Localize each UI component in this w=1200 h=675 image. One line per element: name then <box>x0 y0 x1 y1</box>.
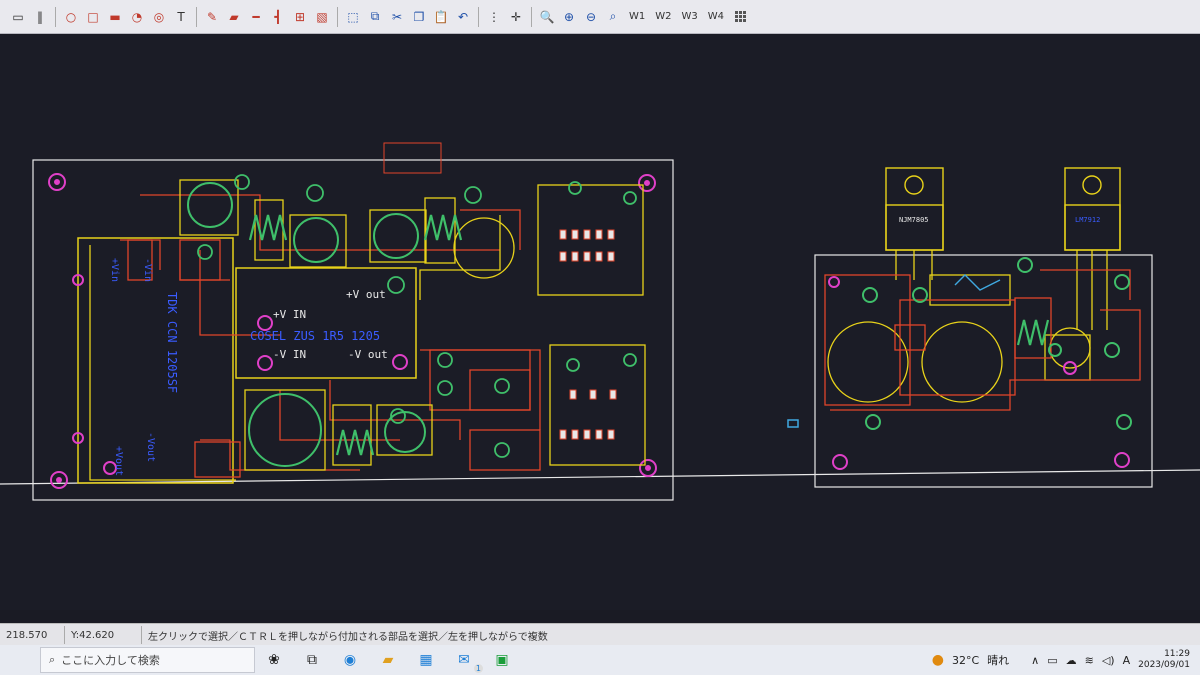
clock[interactable]: 11:29 2023/09/01 <box>1138 649 1190 671</box>
vin-left-label: +Vin <box>109 258 120 282</box>
grid-view-icon[interactable] <box>730 7 750 27</box>
store-icon[interactable]: ▦ <box>413 649 439 671</box>
window-button-1[interactable]: W1 <box>625 11 649 22</box>
sun-icon: ● <box>931 652 944 668</box>
window-button-2[interactable]: W2 <box>651 11 675 22</box>
circle-tool-icon[interactable]: ○ <box>61 7 81 27</box>
v-in-plus-label: +V IN <box>273 308 306 321</box>
wire-tool-icon[interactable]: ┫ <box>268 7 288 27</box>
hatch-tool-icon[interactable]: ▧ <box>312 7 332 27</box>
select-icon[interactable]: ▭ <box>8 7 28 27</box>
text-tool-icon[interactable]: T <box>171 7 191 27</box>
task-view-icon[interactable]: ⧉ <box>299 649 325 671</box>
status-hint: 左クリックで選択／ＣＴＲＬを押しながら付加される部品を選択／左を押しながらで複数 <box>148 631 548 643</box>
y-coordinate: Y:42.620 <box>65 626 142 644</box>
v-out-plus-label: +V out <box>346 288 386 301</box>
ime-indicator[interactable]: A <box>1123 654 1131 667</box>
rect-tool-icon[interactable]: □ <box>83 7 103 27</box>
board-1 <box>32 142 674 501</box>
regulator-1-label: NJM7805 <box>899 216 929 224</box>
widgets-icon[interactable]: ❀ <box>261 649 287 671</box>
component-tool-icon[interactable]: ⊞ <box>290 7 310 27</box>
toolbar: ▭ ‖ ○ □ ▬ ◔ ◎ T ✎ ▰ ━ ┫ ⊞ ▧ ⬚ ⧉ ✂ ❐ 📋 ↶ … <box>0 0 1200 34</box>
search-placeholder: ここに入力して検索 <box>61 654 160 667</box>
weather-text: 晴れ <box>987 654 1010 667</box>
copy-icon[interactable]: ❐ <box>409 7 429 27</box>
taskbar: ⌕ ここに入力して検索 ❀ ⧉ ◉ ▰ ▦ ✉ 1 ▣ ● 32°C 晴れ ∧ ▭… <box>0 645 1200 675</box>
edge-browser-icon[interactable]: ◉ <box>337 649 363 671</box>
cloud-icon[interactable]: ☁ <box>1066 654 1077 667</box>
dcdc-module-outline <box>235 267 417 379</box>
status-bar: 218.570 Y:42.620 左クリックで選択／ＣＴＲＬを押しながら付加され… <box>0 623 1200 646</box>
cursor-crosshair-line <box>0 469 1200 485</box>
tdk-label: TDK CCN 1205SF <box>165 292 179 393</box>
cut-icon[interactable]: ✂ <box>387 7 407 27</box>
wifi-icon[interactable]: ≋ <box>1085 654 1094 667</box>
clock-date: 2023/09/01 <box>1138 660 1190 670</box>
pcb-drawing: COSEL ZUS 1R5 1205 +V IN +V out -V IN -V… <box>0 142 1200 501</box>
regulator-2-label: LM7912 <box>1075 216 1100 224</box>
regulator-2-outline <box>1064 167 1121 251</box>
weather-temp[interactable]: 32°C <box>952 654 979 667</box>
grid-lines-icon[interactable]: ‖ <box>30 7 50 27</box>
select-area-icon[interactable]: ⬚ <box>343 7 363 27</box>
volume-icon[interactable]: ◁) <box>1102 654 1115 667</box>
file-explorer-icon[interactable]: ▰ <box>375 649 401 671</box>
search-icon: ⌕ <box>49 653 56 666</box>
pad-tool-icon[interactable]: ◎ <box>149 7 169 27</box>
regulator-1-outline <box>885 167 944 251</box>
toolbar-separator <box>55 6 56 27</box>
v-in-minus-label: -V IN <box>273 348 306 361</box>
toolbar-separator <box>531 6 532 27</box>
window-button-3[interactable]: W3 <box>678 11 702 22</box>
connector-top <box>383 142 442 174</box>
mail-icon[interactable]: ✉ 1 <box>451 649 483 673</box>
vout-bottom2-label: +Vout <box>113 446 124 476</box>
zoom-in-icon[interactable]: ⊕ <box>559 7 579 27</box>
pcb-canvas[interactable]: COSEL ZUS 1R5 1205 +V IN +V out -V IN -V… <box>0 35 1200 610</box>
zoom-out-icon[interactable]: ⊖ <box>581 7 601 27</box>
arc-tool-icon[interactable]: ◔ <box>127 7 147 27</box>
line-tool-icon[interactable]: ▬ <box>105 7 125 27</box>
crosshair-icon[interactable]: ✛ <box>506 7 526 27</box>
copy-area-icon[interactable]: ⧉ <box>365 7 385 27</box>
clock-time: 11:29 <box>1164 649 1190 659</box>
toolbar-separator <box>478 6 479 27</box>
taskbar-search[interactable]: ⌕ ここに入力して検索 <box>40 647 255 673</box>
mail-badge: 1 <box>473 664 483 673</box>
x-coordinate: 218.570 <box>0 626 65 644</box>
window-button-4[interactable]: W4 <box>704 11 728 22</box>
cosel-label: COSEL ZUS 1R5 1205 <box>250 329 380 343</box>
toolbar-separator <box>196 6 197 27</box>
paste-icon[interactable]: 📋 <box>431 7 451 27</box>
v-out-minus-label: -V out <box>348 348 388 361</box>
snap-icon[interactable]: ⋮ <box>484 7 504 27</box>
undo-icon[interactable]: ↶ <box>453 7 473 27</box>
battery-icon[interactable]: ▭ <box>1047 654 1057 667</box>
toolbar-separator <box>337 6 338 27</box>
chevron-up-icon[interactable]: ∧ <box>1031 654 1039 667</box>
zoom-fit-icon[interactable]: 🔍 <box>537 7 557 27</box>
pcb-app-icon[interactable]: ▣ <box>489 649 515 671</box>
system-tray: ● 32°C 晴れ ∧ ▭ ☁ ≋ ◁) A 11:29 2023/09/01 <box>932 649 1200 671</box>
eraser-tool-icon[interactable]: ▰ <box>224 7 244 27</box>
trace-tool-icon[interactable]: ━ <box>246 7 266 27</box>
zoom-window-icon[interactable]: ⌕ <box>603 7 623 27</box>
vin-left2-label: -Vin <box>142 258 153 282</box>
vout-bottom-label: -Vout <box>145 432 156 462</box>
pen-tool-icon[interactable]: ✎ <box>202 7 222 27</box>
